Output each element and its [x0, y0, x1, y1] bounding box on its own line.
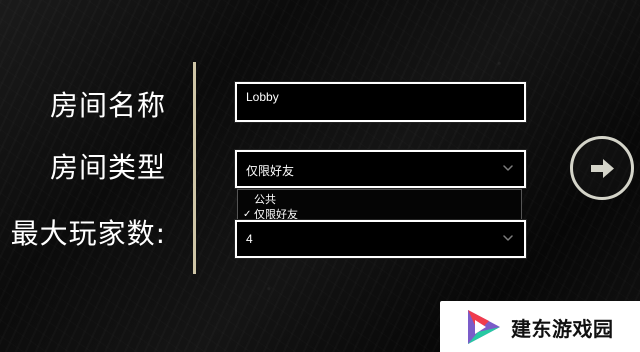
max-players-select[interactable]: 4 — [234, 219, 527, 259]
arrow-right-icon — [591, 159, 614, 178]
room-name-input[interactable]: Lobby — [234, 81, 527, 123]
game-room-setup-screen: 房间名称 房间类型 最大玩家数: Lobby 仅限好友 公共 ✓ 仅限好友 4 — [0, 0, 640, 352]
next-button[interactable] — [570, 136, 634, 200]
max-players-label: 最大玩家数: — [10, 217, 166, 250]
room-type-option-public[interactable]: 公共 — [238, 192, 521, 208]
room-type-dropdown-list: 公共 ✓ 仅限好友 — [237, 189, 522, 223]
play-triangle-logo — [468, 310, 500, 344]
room-type-selected-value: 仅限好友 — [246, 164, 295, 178]
room-type-option-label: 公共 — [254, 194, 276, 206]
max-players-selected-value: 4 — [246, 232, 253, 246]
watermark-text: 建东游戏园 — [511, 317, 614, 341]
room-name-value: Lobby — [246, 90, 279, 104]
chevron-down-icon — [503, 165, 513, 171]
room-type-label: 房间类型 — [49, 151, 166, 184]
room-name-label: 房间名称 — [49, 89, 166, 122]
room-type-select[interactable]: 仅限好友 — [234, 149, 527, 189]
vertical-divider — [193, 62, 196, 274]
watermark-badge: 建东游戏园 — [440, 301, 640, 352]
chevron-down-icon — [503, 235, 513, 241]
